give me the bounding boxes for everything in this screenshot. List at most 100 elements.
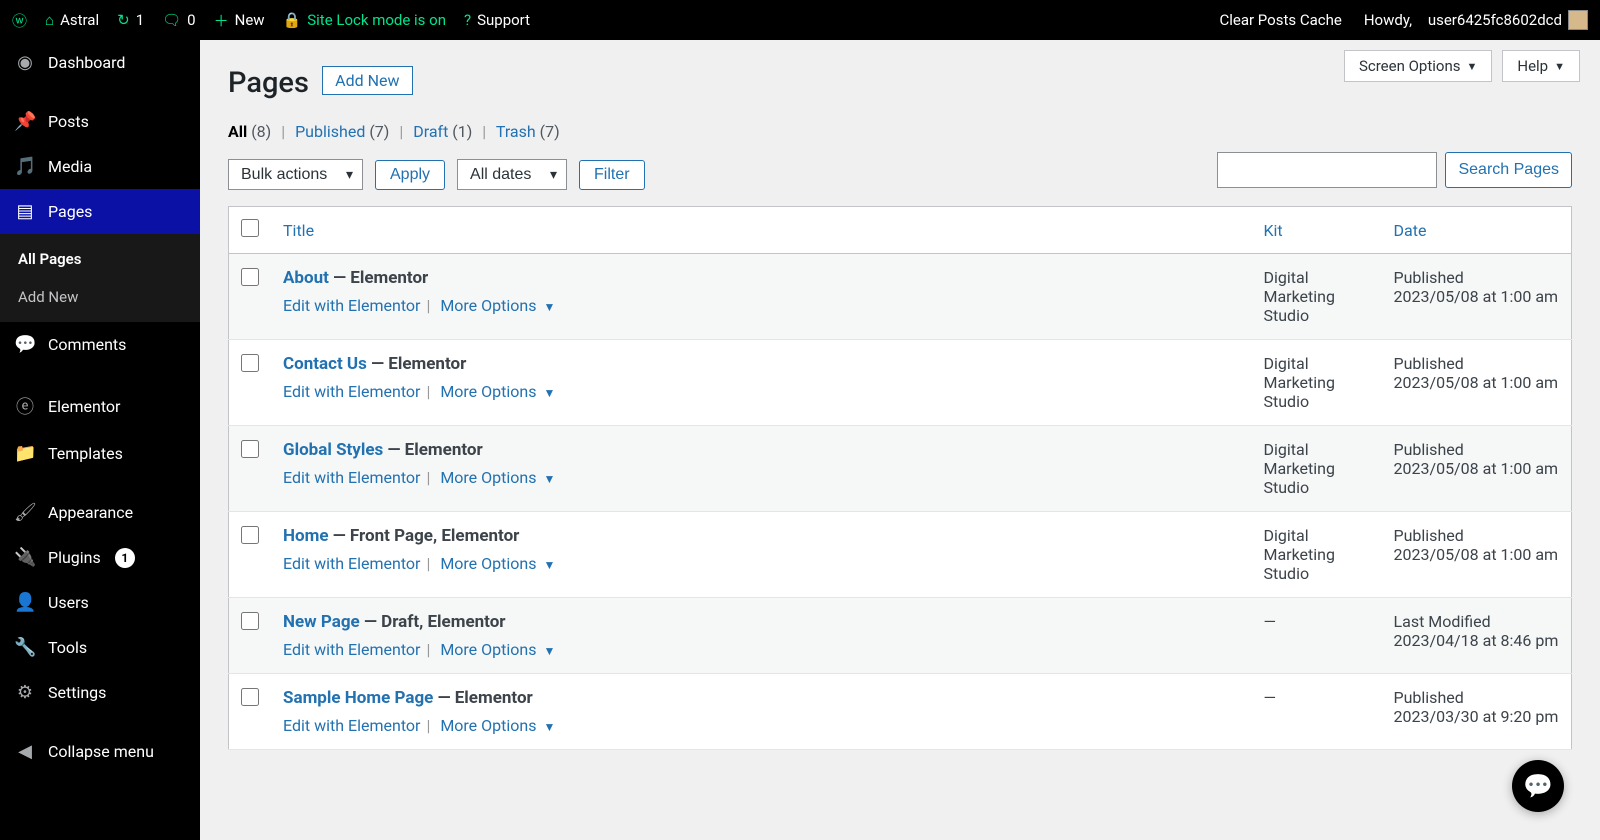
view-trash-count: (7): [540, 122, 560, 141]
row-title-link[interactable]: Contact Us: [283, 354, 367, 374]
more-options-link[interactable]: More Options ▼: [440, 296, 555, 315]
row-actions: Edit with Elementor| More Options ▼: [283, 640, 1240, 659]
search-pages-button[interactable]: Search Pages: [1445, 152, 1572, 188]
updates-count: 1: [136, 11, 144, 29]
sidebar-item-comments[interactable]: 💬Comments: [0, 322, 200, 367]
view-published[interactable]: Published: [295, 122, 365, 141]
add-new-button[interactable]: Add New: [322, 66, 412, 95]
edit-with-elementor-link[interactable]: Edit with Elementor: [283, 382, 420, 401]
row-checkbox[interactable]: [241, 526, 259, 544]
view-all[interactable]: All: [228, 122, 247, 141]
row-title-link[interactable]: Sample Home Page: [283, 688, 433, 708]
row-title-link[interactable]: Home: [283, 526, 329, 546]
sidebar-item-media[interactable]: 🎵Media: [0, 144, 200, 189]
edit-with-elementor-link[interactable]: Edit with Elementor: [283, 716, 420, 735]
table-row: About — Elementor Edit with Elementor| M…: [229, 254, 1572, 340]
pin-icon: 📌: [14, 111, 36, 132]
sidebar-item-settings[interactable]: ⚙Settings: [0, 670, 200, 715]
chat-fab[interactable]: 💬: [1512, 760, 1564, 812]
apply-button[interactable]: Apply: [375, 160, 445, 190]
row-checkbox[interactable]: [241, 268, 259, 286]
search-input[interactable]: [1217, 152, 1437, 188]
row-date: Published2023/03/30 at 9:20 pm: [1382, 674, 1572, 750]
sidebar-item-dashboard[interactable]: ◉Dashboard: [0, 40, 200, 85]
bulk-actions-select[interactable]: Bulk actions: [228, 159, 363, 190]
new-content-link[interactable]: ＋New: [214, 10, 265, 31]
clear-cache-link[interactable]: Clear Posts Cache: [1219, 11, 1341, 29]
column-date[interactable]: Date: [1394, 221, 1427, 240]
view-published-count: (7): [369, 122, 389, 141]
row-checkbox[interactable]: [241, 440, 259, 458]
updates-link[interactable]: ↻1: [117, 11, 144, 29]
post-state: — Front Page, Elementor: [329, 526, 520, 546]
filter-views: All (8) | Published (7) | Draft (1) | Tr…: [228, 122, 1572, 141]
row-checkbox[interactable]: [241, 612, 259, 630]
edit-with-elementor-link[interactable]: Edit with Elementor: [283, 554, 420, 573]
row-date: Last Modified2023/04/18 at 8:46 pm: [1382, 598, 1572, 674]
view-draft[interactable]: Draft: [413, 122, 448, 141]
admin-bar: ⓦ ⌂Astral ↻1 🗨0 ＋New 🔒Site Lock mode is …: [0, 0, 1600, 40]
site-name-link[interactable]: ⌂Astral: [45, 11, 99, 29]
sidebar-item-collapse[interactable]: ◀Collapse menu: [0, 729, 200, 774]
more-options-link[interactable]: More Options ▼: [440, 382, 555, 401]
edit-with-elementor-link[interactable]: Edit with Elementor: [283, 640, 420, 659]
row-kit: Digital Marketing Studio: [1252, 512, 1382, 598]
post-state: — Elementor: [367, 354, 466, 374]
sidebar-item-label: Elementor: [48, 397, 120, 416]
post-state: — Elementor: [383, 440, 482, 460]
wp-logo[interactable]: ⓦ: [12, 10, 27, 31]
sidebar-item-plugins[interactable]: 🔌Plugins1: [0, 535, 200, 580]
table-row: Contact Us — Elementor Edit with Element…: [229, 340, 1572, 426]
select-all-checkbox[interactable]: [241, 219, 259, 237]
edit-with-elementor-link[interactable]: Edit with Elementor: [283, 468, 420, 487]
row-date: Published2023/05/08 at 1:00 am: [1382, 426, 1572, 512]
dates-select[interactable]: All dates: [457, 159, 567, 190]
more-options-link[interactable]: More Options ▼: [440, 640, 555, 659]
column-kit[interactable]: Kit: [1264, 221, 1283, 240]
sidebar-item-users[interactable]: 👤Users: [0, 580, 200, 625]
sidebar-item-posts[interactable]: 📌Posts: [0, 99, 200, 144]
row-date: Published2023/05/08 at 1:00 am: [1382, 340, 1572, 426]
row-title-link[interactable]: Global Styles: [283, 440, 383, 460]
account-link[interactable]: Howdy, user6425fc8602dcd: [1364, 10, 1588, 30]
row-title-link[interactable]: New Page: [283, 612, 360, 632]
row-actions: Edit with Elementor| More Options ▼: [283, 468, 1240, 487]
row-checkbox[interactable]: [241, 688, 259, 706]
sidebar-item-templates[interactable]: 📁 Templates: [0, 431, 200, 476]
sidebar-item-pages[interactable]: ▤ Pages: [0, 189, 200, 234]
chat-icon: 💬: [1523, 772, 1553, 800]
more-options-link[interactable]: More Options ▼: [440, 554, 555, 573]
row-title-link[interactable]: About: [283, 268, 329, 288]
user-icon: 👤: [14, 592, 36, 613]
table-row: New Page — Draft, Elementor Edit with El…: [229, 598, 1572, 674]
wrench-icon: 🔧: [14, 637, 36, 658]
help-icon: ?: [464, 11, 471, 29]
sidebar-item-elementor[interactable]: ⓔ Elementor: [0, 381, 200, 431]
submenu-add-new[interactable]: Add New: [0, 278, 200, 316]
post-state: — Elementor: [433, 688, 532, 708]
sidebar-item-appearance[interactable]: 🖌Appearance: [0, 490, 200, 535]
submenu-all-pages[interactable]: All Pages: [0, 240, 200, 278]
comments-link[interactable]: 🗨0: [162, 11, 195, 29]
page-icon: ▤: [14, 201, 36, 222]
support-link[interactable]: ?Support: [464, 11, 530, 29]
column-title[interactable]: Title: [283, 221, 314, 240]
sidebar-item-label: Templates: [48, 444, 123, 463]
comments-count: 0: [187, 11, 195, 29]
filter-button[interactable]: Filter: [579, 160, 645, 190]
more-options-link[interactable]: More Options ▼: [440, 468, 555, 487]
site-lock-link[interactable]: 🔒Site Lock mode is on: [283, 11, 446, 29]
sidebar-item-label: Pages: [48, 202, 92, 221]
edit-with-elementor-link[interactable]: Edit with Elementor: [283, 296, 420, 315]
new-label: New: [235, 11, 265, 29]
folder-icon: 📁: [14, 443, 36, 464]
view-trash[interactable]: Trash: [496, 122, 536, 141]
elementor-icon: ⓔ: [14, 393, 36, 419]
row-checkbox[interactable]: [241, 354, 259, 372]
view-all-count: (8): [251, 122, 271, 141]
sidebar-item-label: Appearance: [48, 503, 133, 522]
more-options-link[interactable]: More Options ▼: [440, 716, 555, 735]
plug-icon: 🔌: [14, 547, 36, 568]
sidebar-item-tools[interactable]: 🔧Tools: [0, 625, 200, 670]
table-row: Home — Front Page, Elementor Edit with E…: [229, 512, 1572, 598]
